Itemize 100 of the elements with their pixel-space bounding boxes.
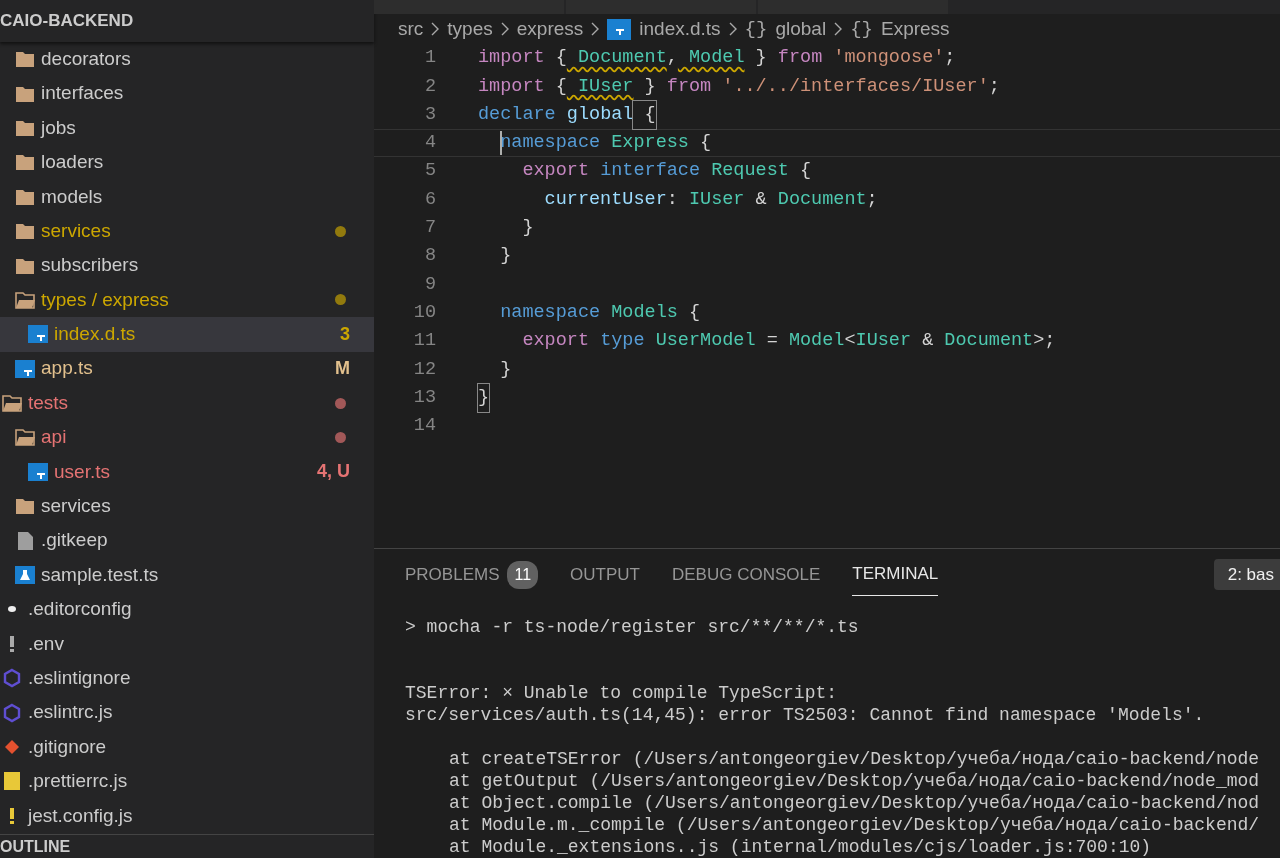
hexagon-icon xyxy=(2,668,22,689)
line-number: 13 xyxy=(412,385,436,410)
code-line: import { IUser } from '../../interfaces/IUser'; xyxy=(478,74,1000,99)
file-name: app.ts xyxy=(41,356,94,381)
file-name: user.ts xyxy=(54,459,111,484)
line-number: 2 xyxy=(423,74,436,99)
file-tree-item[interactable]: .env xyxy=(0,626,374,662)
file-tree-item[interactable]: sample.test.ts xyxy=(0,557,374,593)
breadcrumb-item[interactable]: global xyxy=(775,14,827,44)
js-file-icon xyxy=(2,771,22,792)
breadcrumb-item[interactable]: types xyxy=(447,14,493,44)
terminal-line: at Object.compile (/Users/antongeorgiev/Desktop/учеба/нода/caio-backend/nod xyxy=(448,792,1261,814)
terminal-line: at createTSError (/Users/antongeorgiev/Desktop/учеба/нода/caio-backend/node xyxy=(448,748,1261,770)
file-tree-item[interactable]: api xyxy=(0,420,374,455)
code-line: currentUser: IUser & Document; xyxy=(543,187,878,212)
file-name: services xyxy=(41,218,112,243)
line-number: 14 xyxy=(412,414,436,439)
open-folder-icon xyxy=(15,289,35,310)
line-number: 5 xyxy=(423,159,436,184)
panel-tab[interactable]: OUTPUT xyxy=(570,553,640,596)
file-tree-item[interactable]: types / express xyxy=(0,282,374,318)
terminal-line: at Module._extensions..js (internal/modules/cjs/loader.js:700:10) xyxy=(448,836,1153,858)
panel-tab[interactable]: DEBUG CONSOLE xyxy=(672,553,821,596)
file-tree-item[interactable]: interfaces xyxy=(0,76,374,111)
file-tree-item[interactable]: .eslintignore xyxy=(0,661,374,696)
file-tree-item[interactable]: services xyxy=(0,489,374,524)
file-tree-item[interactable]: services xyxy=(0,213,374,249)
braces-icon: {} xyxy=(850,14,873,44)
line-number: 12 xyxy=(412,357,436,382)
terminal-line: at getOutput (/Users/antongeorgiev/Desktop/учеба/нода/caio-backend/node_mod xyxy=(448,770,1261,792)
status-label: 4, U xyxy=(317,460,350,484)
code-line: } xyxy=(478,383,490,412)
file-name: tests xyxy=(28,390,70,415)
code-line: namespace Express { xyxy=(499,130,712,157)
terminal-line: src/services/auth.ts(14,45): error TS2503: Cannot find namespace 'Models'. xyxy=(405,704,1206,726)
terminal-line: TSError: × Unable to compile TypeScript: xyxy=(405,682,839,704)
file-name: api xyxy=(41,425,68,450)
code-line: } xyxy=(499,244,512,269)
line-number: 6 xyxy=(423,187,436,212)
text-cursor xyxy=(500,131,503,156)
explorer-title: CAIO-BACKEND xyxy=(0,0,374,42)
folder-icon xyxy=(15,152,35,173)
panel-tab[interactable]: PROBLEMS 11 xyxy=(405,552,539,597)
file-tree-item[interactable]: .gitignore xyxy=(0,729,374,765)
typescript-file-icon xyxy=(28,324,48,345)
file-tree-item[interactable]: decorators xyxy=(0,42,374,77)
code-line: } xyxy=(499,357,512,382)
breadcrumb-item[interactable]: src xyxy=(398,14,424,44)
file-tree-item[interactable]: .editorconfig xyxy=(0,592,374,627)
line-number: 1 xyxy=(423,46,436,71)
code-line: } xyxy=(521,216,534,241)
file-tree-item[interactable]: user.ts 4, U xyxy=(0,454,374,490)
line-number: 7 xyxy=(423,216,436,241)
open-folder-icon xyxy=(15,427,35,448)
terminal-line: > mocha -r ts-node/register src/**/**/*.ts xyxy=(405,616,860,638)
typescript-file-icon xyxy=(607,18,632,40)
exclamation-icon xyxy=(10,807,14,824)
file-tree-item[interactable]: jest.config.js xyxy=(0,798,374,833)
status-label: M xyxy=(335,357,350,381)
count-badge: 11 xyxy=(507,560,539,589)
breadcrumb-item[interactable]: express xyxy=(516,14,584,44)
line-number: 11 xyxy=(412,329,436,354)
code-line: export interface Request { xyxy=(521,159,812,184)
open-folder-icon xyxy=(2,393,22,414)
line-number: 10 xyxy=(412,300,436,325)
file-name: types / express xyxy=(41,287,170,312)
folder-icon xyxy=(15,221,35,242)
status-label: 3 xyxy=(340,322,350,346)
line-number: 9 xyxy=(423,272,436,297)
dot-icon xyxy=(8,606,16,613)
file-tree-item[interactable]: tests xyxy=(0,385,374,421)
code-line: namespace Models { xyxy=(499,300,701,325)
folder-icon xyxy=(15,49,35,70)
file-name: index.d.ts xyxy=(54,322,137,347)
panel-tab[interactable]: TERMINAL xyxy=(852,553,939,596)
file-tree-item[interactable]: index.d.ts 3 xyxy=(0,317,374,352)
braces-icon: {} xyxy=(744,14,768,44)
typescript-file-icon xyxy=(28,461,48,482)
terminal-select[interactable]: 2: bas xyxy=(1213,558,1280,591)
file-tree-item[interactable]: subscribers xyxy=(0,248,374,283)
file-tree-item[interactable]: .eslintrc.js xyxy=(0,695,374,730)
file-icon xyxy=(15,530,35,551)
file-tree-item[interactable]: app.ts M xyxy=(0,351,374,386)
line-number: 4 xyxy=(423,131,436,156)
folder-icon xyxy=(15,496,35,517)
file-tree-item[interactable]: jobs xyxy=(0,110,374,146)
typescript-file-icon xyxy=(15,358,35,379)
line-number: 3 xyxy=(423,102,436,127)
breadcrumb-item[interactable]: Express xyxy=(880,14,950,44)
file-tree-item[interactable]: models xyxy=(0,179,374,214)
hexagon-icon xyxy=(2,702,22,723)
file-tree-item[interactable]: .gitkeep xyxy=(0,523,374,558)
code-line: declare global { xyxy=(478,100,656,129)
file-tree-item[interactable]: .prettierrc.js xyxy=(0,764,374,799)
outline-header[interactable]: OUTLINE xyxy=(0,834,374,858)
breadcrumb-item[interactable]: index.d.ts xyxy=(639,14,721,44)
line-number: 8 xyxy=(423,244,436,269)
exclamation-icon xyxy=(10,635,14,652)
code-line: import { Document, Model } from 'mongoose'; xyxy=(478,46,956,71)
file-tree-item[interactable]: loaders xyxy=(0,145,374,180)
